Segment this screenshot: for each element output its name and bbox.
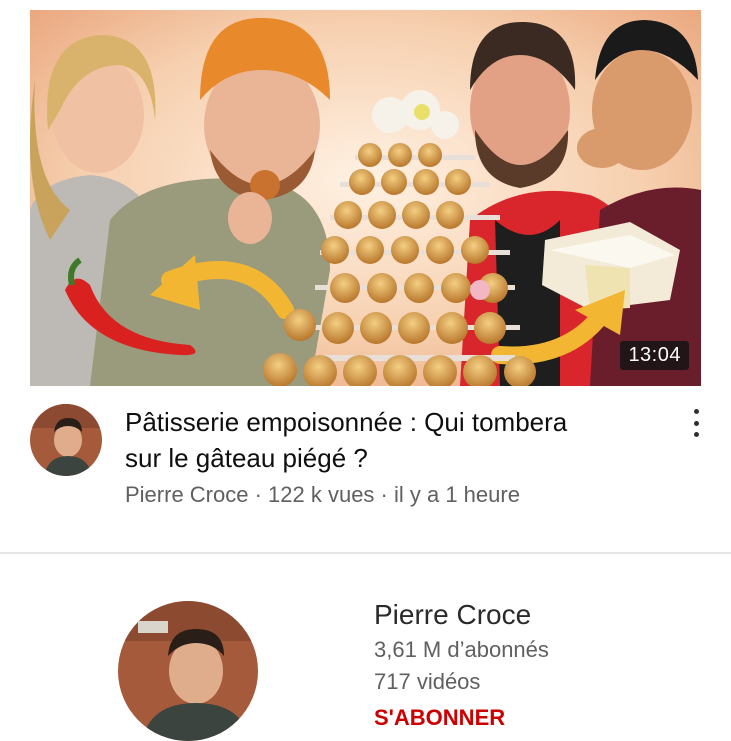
- video-title-line-2: sur le gâteau piégé ?: [125, 443, 368, 473]
- subscriber-count: 3,61 M d’abonnés: [374, 637, 549, 662]
- avatar-image: [30, 404, 102, 476]
- avatar-image: [118, 601, 258, 741]
- channel-avatar-large[interactable]: [118, 601, 258, 741]
- video-title[interactable]: Pâtisserie empoisonnée : Qui tombera sur…: [125, 404, 675, 476]
- video-info: Pâtisserie empoisonnée : Qui tombera sur…: [0, 386, 731, 546]
- video-metadata: Pierre Croce · 122 k vues · il y a 1 heu…: [125, 482, 520, 507]
- video-title-line-1: Pâtisserie empoisonnée : Qui tombera: [125, 407, 568, 437]
- video-count: 717 vidéos: [374, 669, 481, 694]
- menu-dot: [693, 409, 699, 414]
- subscribe-button[interactable]: S'ABONNER: [374, 705, 505, 731]
- menu-dot: [693, 420, 699, 426]
- video-thumbnail[interactable]: 13:04: [30, 10, 701, 386]
- thumbnail-illustration: [30, 10, 701, 386]
- menu-dot: [693, 432, 699, 437]
- more-options-icon[interactable]: [686, 406, 706, 440]
- channel-name[interactable]: Pierre Croce: [374, 599, 531, 631]
- video-duration-badge: 13:04: [620, 341, 689, 370]
- section-divider: [0, 552, 731, 554]
- channel-avatar-small[interactable]: [30, 404, 102, 476]
- channel-card: Pierre Croce 3,61 M d’abonnés 717 vidéos…: [0, 555, 731, 741]
